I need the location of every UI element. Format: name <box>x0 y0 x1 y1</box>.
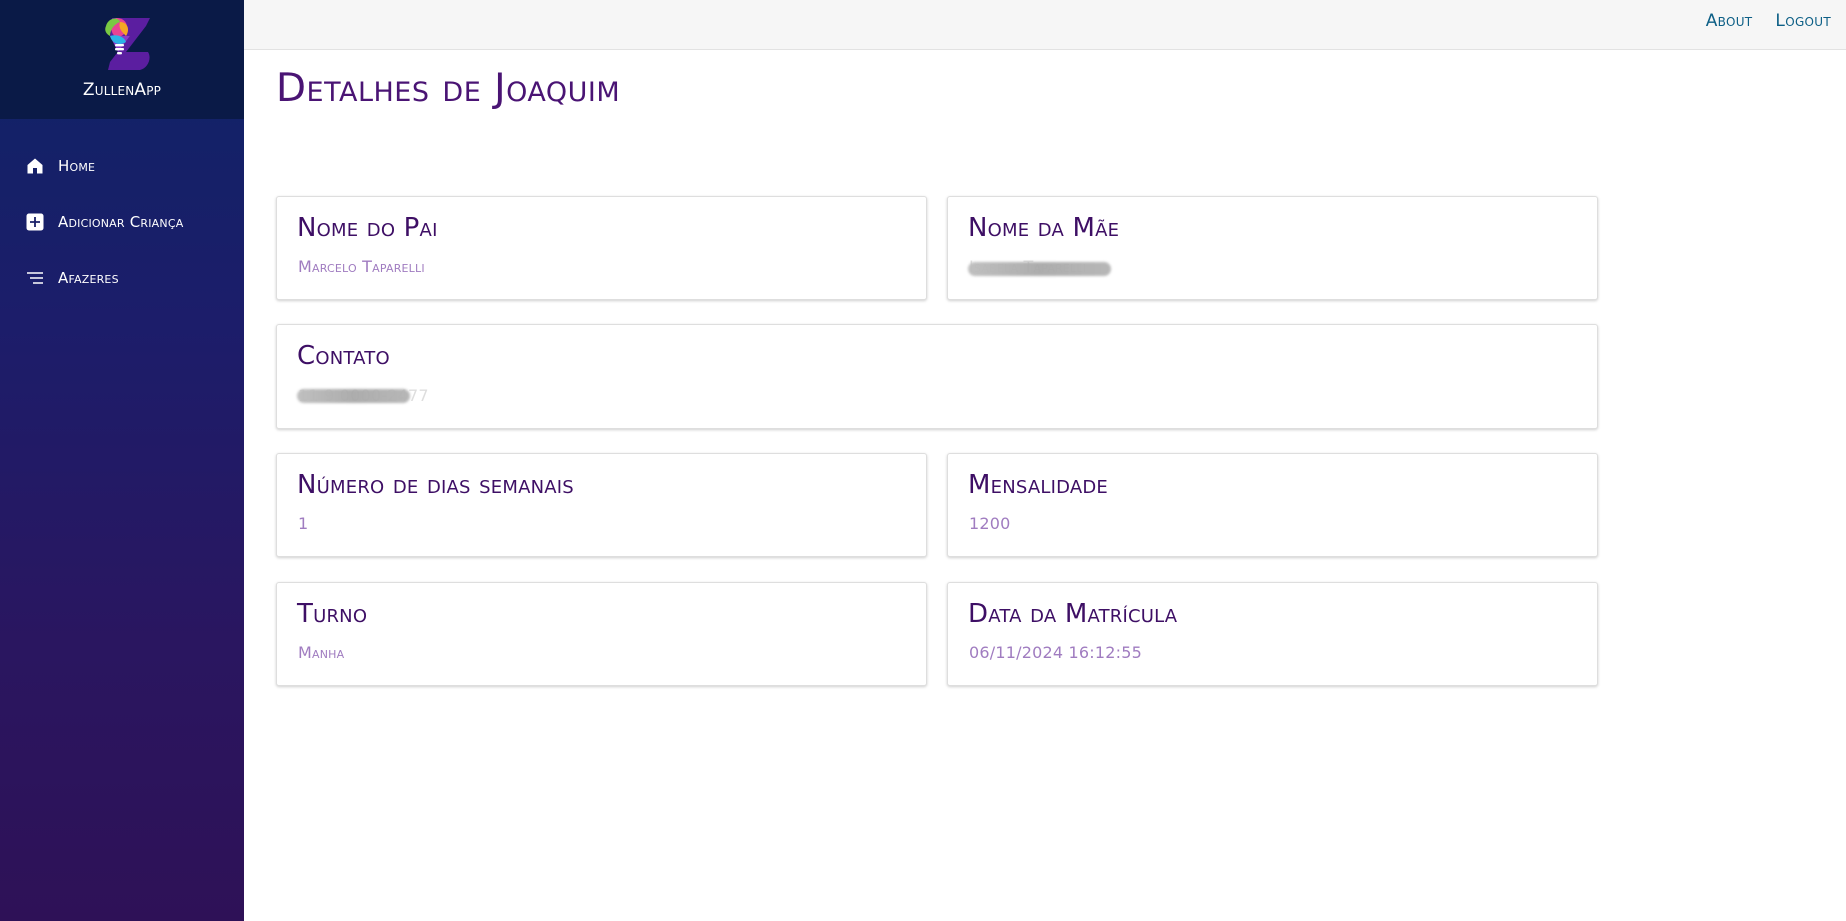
brand-header: ZullenApp <box>0 0 244 119</box>
card-value: 1 <box>298 514 309 533</box>
add-box-icon <box>25 212 45 232</box>
top-links: About Logout <box>1706 11 1831 31</box>
card-value: 06/11/2024 16:12:55 <box>969 643 1142 662</box>
logout-link[interactable]: Logout <box>1775 11 1831 31</box>
sidebar-item-label: Adicionar Criança <box>58 213 184 231</box>
sidebar-item-label: Home <box>58 157 96 175</box>
redaction-mark <box>297 389 410 403</box>
app-name: ZullenApp <box>82 80 162 100</box>
card-value: Marcelo Taparelli <box>298 257 425 276</box>
home-icon <box>25 156 45 176</box>
top-bar: About Logout <box>244 0 1846 50</box>
card-value: Manha <box>298 643 345 662</box>
card-title: Número de dias semanais <box>297 470 574 500</box>
sidebar-nav: Home Adicionar Criança Afazeres <box>0 138 244 306</box>
list-icon <box>25 268 45 288</box>
contact-card: Contato 11 9 0000-2477 <box>276 324 1598 429</box>
card-title: Turno <box>297 599 368 629</box>
card-title: Nome da Mãe <box>968 213 1120 243</box>
card-value: 1200 <box>969 514 1011 533</box>
page-title: Detalhes de Joaquim <box>276 66 621 111</box>
card-title: Mensalidade <box>968 470 1108 500</box>
sidebar-item-home[interactable]: Home <box>0 138 244 194</box>
shift-card: Turno Manha <box>276 582 927 686</box>
sidebar-item-label: Afazeres <box>58 269 119 287</box>
father-name-card: Nome do Pai Marcelo Taparelli <box>276 196 927 300</box>
sidebar: ZullenApp Home Adicionar Criança Afazere… <box>0 0 244 921</box>
card-title: Contato <box>297 341 390 371</box>
enrollment-date-card: Data da Matrícula 06/11/2024 16:12:55 <box>947 582 1598 686</box>
monthly-fee-card: Mensalidade 1200 <box>947 453 1598 557</box>
about-link[interactable]: About <box>1706 11 1753 31</box>
card-title: Data da Matrícula <box>968 599 1178 629</box>
sidebar-item-adicionar-crianca[interactable]: Adicionar Criança <box>0 194 244 250</box>
card-title: Nome do Pai <box>297 213 438 243</box>
weekdays-card: Número de dias semanais 1 <box>276 453 927 557</box>
redaction-mark <box>968 262 1111 276</box>
mother-name-card: Nome da Mãe Isabela Taparelli <box>947 196 1598 300</box>
sidebar-item-afazeres[interactable]: Afazeres <box>0 250 244 306</box>
zullenapp-logo-icon <box>105 18 150 70</box>
